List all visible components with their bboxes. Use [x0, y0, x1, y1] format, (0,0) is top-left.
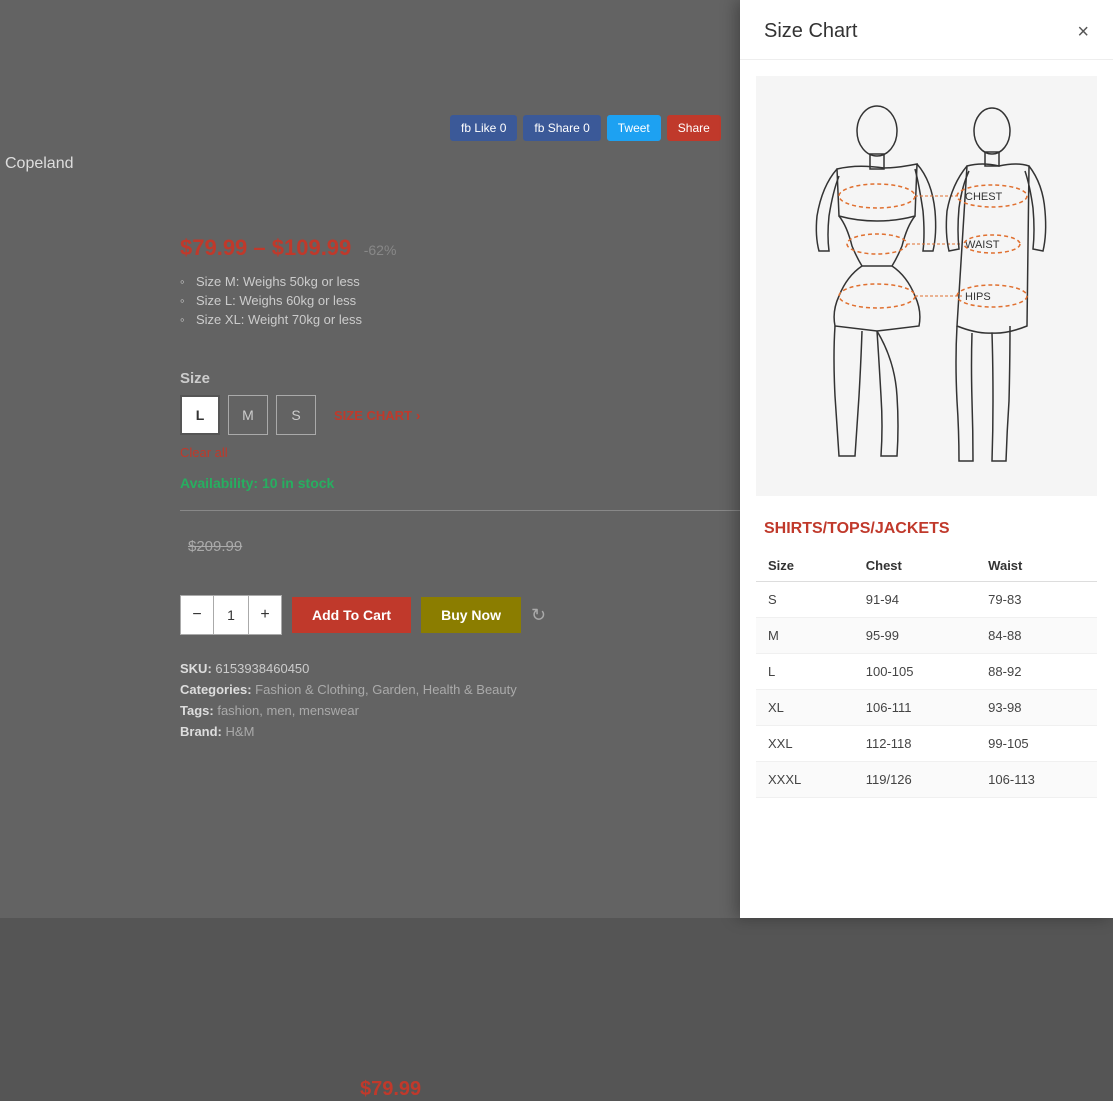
- cell-waist: 84-88: [976, 618, 1097, 654]
- col-chest: Chest: [854, 550, 976, 582]
- size-selector: L M S SIZE CHART ›: [180, 395, 420, 435]
- size-note-xl: Size XL: Weight 70kg or less: [180, 312, 362, 327]
- quantity-value: 1: [213, 596, 249, 634]
- cell-chest: 100-105: [854, 654, 976, 690]
- current-price-section: $79.99 $209.99: [180, 538, 242, 556]
- cell-size: S: [756, 582, 854, 618]
- discount-badge: -62%: [364, 242, 397, 258]
- refresh-icon[interactable]: ↻: [531, 605, 546, 626]
- quantity-decrease-button[interactable]: −: [181, 596, 213, 634]
- body-measurement-svg: CHEST WAIST HIPS: [797, 96, 1057, 476]
- quantity-increase-button[interactable]: +: [249, 596, 281, 634]
- share-button[interactable]: Share: [667, 115, 721, 141]
- body-diagram: CHEST WAIST HIPS: [756, 76, 1097, 496]
- fb-like-button[interactable]: fb Like 0: [450, 115, 517, 141]
- size-chart-table: Size Chest Waist S91-9479-83M95-9984-88L…: [756, 550, 1097, 798]
- size-chart-panel: Size Chart ×: [740, 0, 1113, 918]
- quantity-control: − 1 +: [180, 595, 282, 635]
- close-panel-button[interactable]: ×: [1077, 22, 1089, 42]
- cell-chest: 112-118: [854, 726, 976, 762]
- brand-value[interactable]: H&M: [226, 724, 255, 739]
- size-button-l[interactable]: L: [180, 395, 220, 435]
- svg-text:CHEST: CHEST: [965, 191, 1003, 203]
- panel-header: Size Chart ×: [740, 0, 1113, 60]
- cell-waist: 93-98: [976, 690, 1097, 726]
- table-row: L100-10588-92: [756, 654, 1097, 690]
- table-row: S91-9479-83: [756, 582, 1097, 618]
- table-row: XXXL119/126106-113: [756, 762, 1097, 798]
- chevron-right-icon: ›: [416, 408, 420, 423]
- cell-chest: 106-111: [854, 690, 976, 726]
- brand-name: Copeland: [5, 155, 74, 173]
- table-row: XXL112-11899-105: [756, 726, 1097, 762]
- shirts-section-title: SHIRTS/TOPS/JACKETS: [740, 512, 1113, 550]
- original-price: $209.99: [188, 538, 242, 555]
- size-chart-link[interactable]: SIZE CHART ›: [334, 408, 420, 423]
- col-waist: Waist: [976, 550, 1097, 582]
- size-info: Size M: Weighs 50kg or less Size L: Weig…: [180, 270, 362, 331]
- cell-waist: 99-105: [976, 726, 1097, 762]
- size-button-s[interactable]: S: [276, 395, 316, 435]
- categories-value[interactable]: Fashion & Clothing, Garden, Health & Bea…: [255, 682, 517, 697]
- cell-chest: 91-94: [854, 582, 976, 618]
- size-label: Size: [180, 370, 210, 387]
- size-note-l: Size L: Weighs 60kg or less: [180, 293, 362, 308]
- sku-row: SKU: 6153938460450: [180, 661, 517, 676]
- categories-row: Categories: Fashion & Clothing, Garden, …: [180, 682, 517, 697]
- svg-text:HIPS: HIPS: [965, 291, 991, 303]
- cell-waist: 88-92: [976, 654, 1097, 690]
- cell-chest: 119/126: [854, 762, 976, 798]
- cell-waist: 106-113: [976, 762, 1097, 798]
- cell-size: XL: [756, 690, 854, 726]
- brand-row: Brand: H&M: [180, 724, 517, 739]
- cell-chest: 95-99: [854, 618, 976, 654]
- product-meta: SKU: 6153938460450 Categories: Fashion &…: [180, 655, 517, 745]
- size-note-m: Size M: Weighs 50kg or less: [180, 274, 362, 289]
- cell-size: XXXL: [756, 762, 854, 798]
- buy-now-button[interactable]: Buy Now: [421, 597, 521, 633]
- current-price: $79.99: [360, 1078, 421, 1101]
- table-row: XL106-11193-98: [756, 690, 1097, 726]
- svg-text:WAIST: WAIST: [965, 239, 1000, 251]
- cell-size: L: [756, 654, 854, 690]
- cell-size: XXL: [756, 726, 854, 762]
- price-section: $79.99 – $109.99 -62%: [180, 235, 396, 261]
- fb-share-button[interactable]: fb Share 0: [523, 115, 600, 141]
- cell-size: M: [756, 618, 854, 654]
- size-button-m[interactable]: M: [228, 395, 268, 435]
- clear-all-link[interactable]: Clear all: [180, 445, 228, 460]
- add-to-cart-section: − 1 + Add To Cart Buy Now ↻: [180, 595, 546, 635]
- tags-row: Tags: fashion, men, menswear: [180, 703, 517, 718]
- col-size: Size: [756, 550, 854, 582]
- availability: Availability: 10 in stock: [180, 475, 334, 491]
- tweet-button[interactable]: Tweet: [607, 115, 661, 141]
- social-bar: fb Like 0 fb Share 0 Tweet Share: [450, 115, 721, 141]
- tags-value[interactable]: fashion, men, menswear: [217, 703, 359, 718]
- sku-value: 6153938460450: [215, 661, 309, 676]
- add-to-cart-button[interactable]: Add To Cart: [292, 597, 411, 633]
- stock-count: 10 in stock: [262, 475, 334, 491]
- cell-waist: 79-83: [976, 582, 1097, 618]
- table-row: M95-9984-88: [756, 618, 1097, 654]
- price-range: $79.99 – $109.99: [180, 235, 351, 260]
- panel-title: Size Chart: [764, 20, 857, 43]
